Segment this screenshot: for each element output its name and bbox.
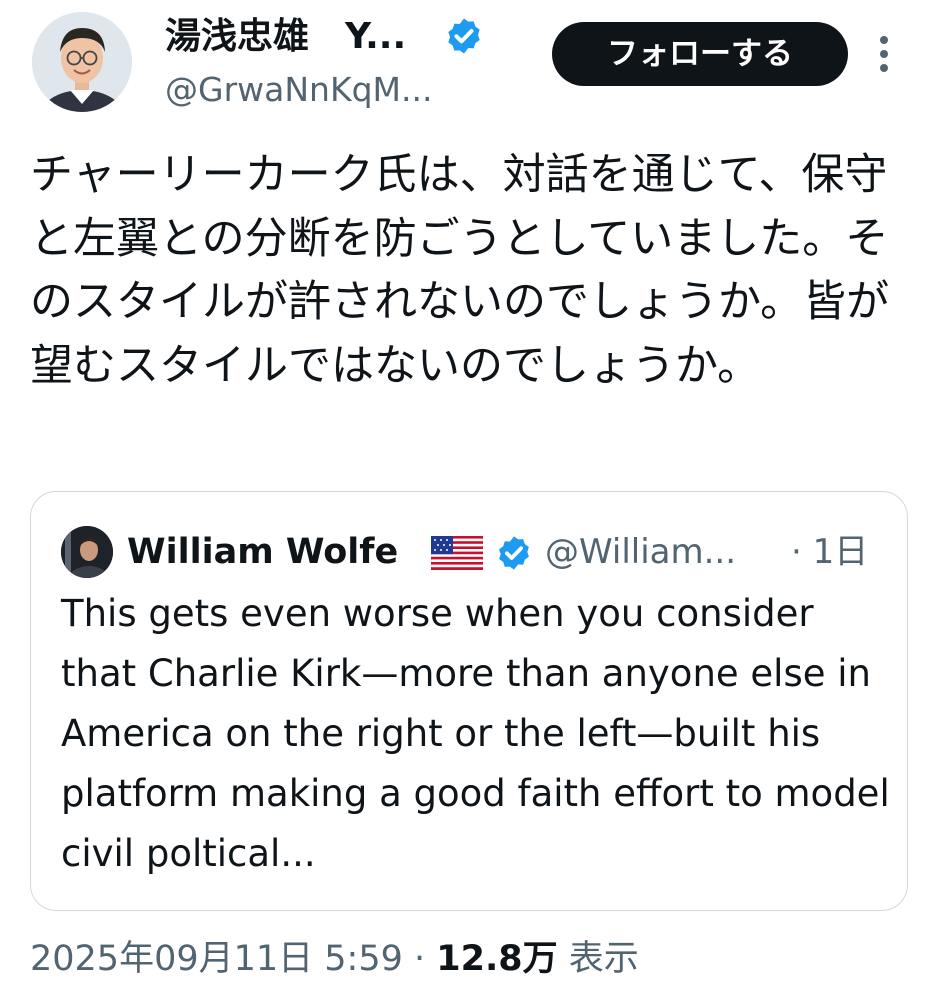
quote-text: This gets even worse when you consider t… [61, 592, 890, 875]
tweet-text: チャーリーカーク氏は、対話を通じて、保守と左翼との分断を防ごうとしていました。そ… [30, 150, 890, 391]
quote-timestamp[interactable]: · 1日 [791, 530, 868, 574]
author-avatar[interactable] [32, 12, 132, 112]
more-icon[interactable] [876, 34, 892, 74]
follow-button[interactable]: フォローする [552, 22, 848, 86]
meta-separator: · [402, 939, 437, 979]
avatar-icon [32, 12, 132, 112]
quote-author-avatar [61, 526, 113, 578]
tweet-timestamp[interactable]: 2025年09月11日 5:59 [30, 939, 403, 979]
us-flag-icon [431, 536, 483, 570]
quote-author-name[interactable]: William Wolfe [127, 530, 398, 574]
views-count: 12.8万 [436, 939, 558, 979]
quote-verified-badge-icon [499, 536, 529, 570]
author-display-name[interactable]: 湯浅忠雄 Y... [165, 14, 406, 60]
tweet-meta: 2025年09月11日 5:59 · 12.8万 表示 [30, 934, 639, 984]
views-label: 表示 [557, 939, 639, 979]
quote-avatar-icon [61, 526, 113, 578]
quote-author-handle[interactable]: @William... [545, 530, 736, 574]
quoted-tweet-card[interactable]: William Wolfe @William... · 1日 This gets… [30, 491, 908, 911]
verified-badge-icon [448, 18, 480, 54]
author-handle[interactable]: @GrwaNnKqM... [165, 70, 432, 110]
